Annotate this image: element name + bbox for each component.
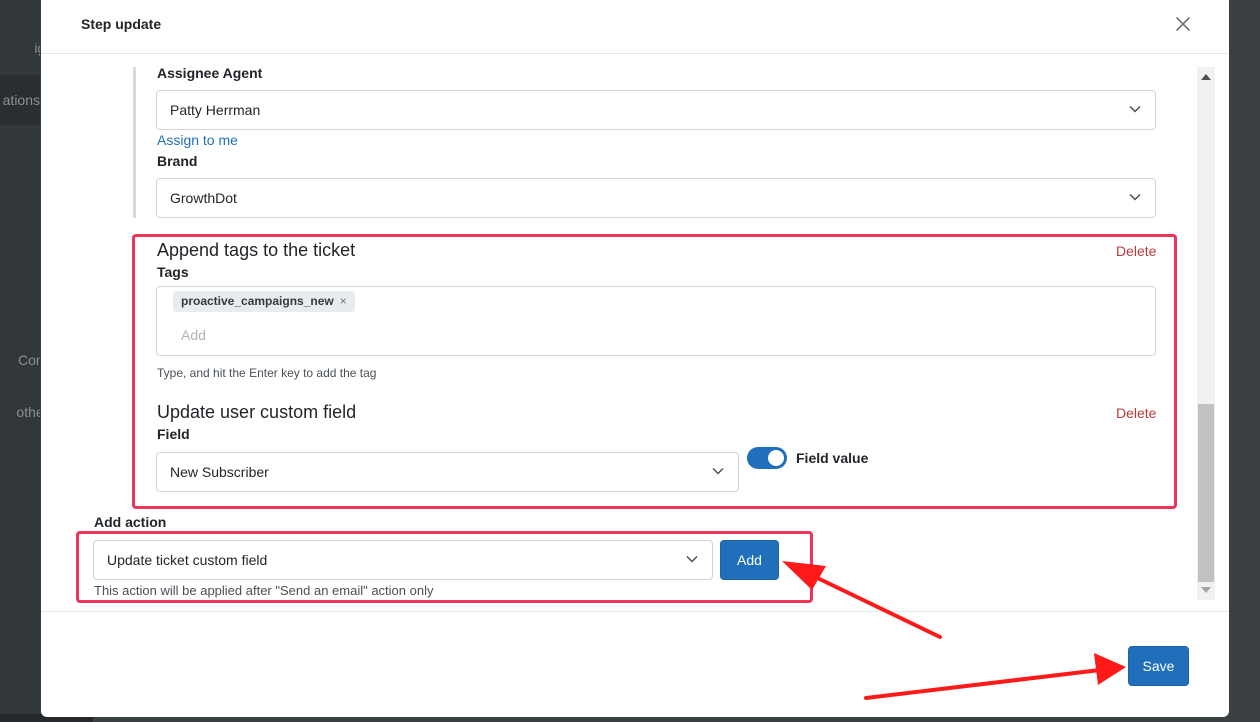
add-action-note: This action will be applied after "Send … (94, 583, 434, 598)
scroll-thumb[interactable] (1198, 404, 1214, 582)
tags-help-text: Type, and hit the Enter key to add the t… (157, 366, 377, 380)
field-value-toggle[interactable] (747, 447, 787, 469)
assignee-agent-label: Assignee Agent (157, 65, 263, 81)
add-action-button[interactable]: Add (720, 540, 779, 580)
chevron-down-icon (1129, 193, 1141, 201)
modal-header: Step update (41, 0, 1229, 54)
brand-select[interactable]: GrowthDot (156, 178, 1156, 218)
bg-sidebar-item: es (0, 196, 40, 212)
bg-sidebar-item: s (0, 300, 40, 316)
modal-scrollbar[interactable] (1197, 67, 1215, 600)
scroll-up-arrow-icon[interactable] (1201, 74, 1211, 80)
modal-title: Step update (81, 16, 162, 32)
brand-value: GrowthDot (170, 190, 237, 206)
bg-sidebar-item: ws (0, 144, 40, 160)
add-action-label: Add action (94, 514, 167, 530)
append-tags-delete-link[interactable]: Delete (1116, 243, 1156, 259)
toggle-knob (768, 450, 784, 466)
custom-field-title: Update user custom field (157, 402, 357, 422)
step-update-modal: Step update Assignee Agent Patty Herrman… (41, 0, 1229, 717)
bg-sidebar-item: igns (34, 40, 40, 56)
brand-label: Brand (157, 153, 198, 169)
tags-label: Tags (157, 264, 189, 280)
background-sidebar: igns ations ws es s s Contro other a p (0, 0, 40, 722)
field-value-label: Field value (796, 450, 869, 466)
chevron-down-icon (1129, 105, 1141, 113)
add-action-selected-value: Update ticket custom field (107, 552, 268, 568)
bg-sidebar-item-active: ations (0, 75, 40, 125)
nested-group-bar (133, 67, 136, 218)
add-action-select[interactable]: Update ticket custom field (93, 540, 713, 580)
field-select-value: New Subscriber (170, 464, 269, 480)
bg-sidebar-item: Contro (17, 352, 40, 368)
scroll-down-arrow-icon[interactable] (1201, 587, 1211, 593)
field-select[interactable]: New Subscriber (156, 452, 739, 492)
chevron-down-icon (686, 555, 698, 563)
bg-sidebar-item: p (0, 652, 40, 668)
tag-input[interactable] (181, 325, 481, 345)
save-button[interactable]: Save (1128, 646, 1189, 686)
bg-sidebar-item: other a (16, 404, 40, 420)
chevron-down-icon (712, 467, 724, 475)
tag-chip-label: proactive_campaigns_new (181, 294, 334, 308)
modal-body: Assignee Agent Patty Herrman Assign to m… (41, 55, 1229, 611)
tags-field[interactable]: proactive_campaigns_new × (156, 286, 1156, 356)
bg-sidebar-item: s (0, 248, 40, 264)
field-label: Field (157, 426, 190, 442)
append-tags-title: Append tags to the ticket (157, 240, 356, 260)
custom-field-delete-link[interactable]: Delete (1116, 405, 1156, 421)
modal-footer: Save (41, 611, 1229, 717)
assignee-agent-select[interactable]: Patty Herrman (156, 90, 1156, 130)
close-icon (1176, 17, 1190, 31)
remove-tag-icon[interactable]: × (340, 294, 347, 308)
assignee-agent-value: Patty Herrman (170, 102, 261, 118)
close-button[interactable] (1173, 14, 1193, 34)
assign-to-me-link[interactable]: Assign to me (157, 132, 238, 148)
tag-chip: proactive_campaigns_new × (173, 291, 355, 312)
